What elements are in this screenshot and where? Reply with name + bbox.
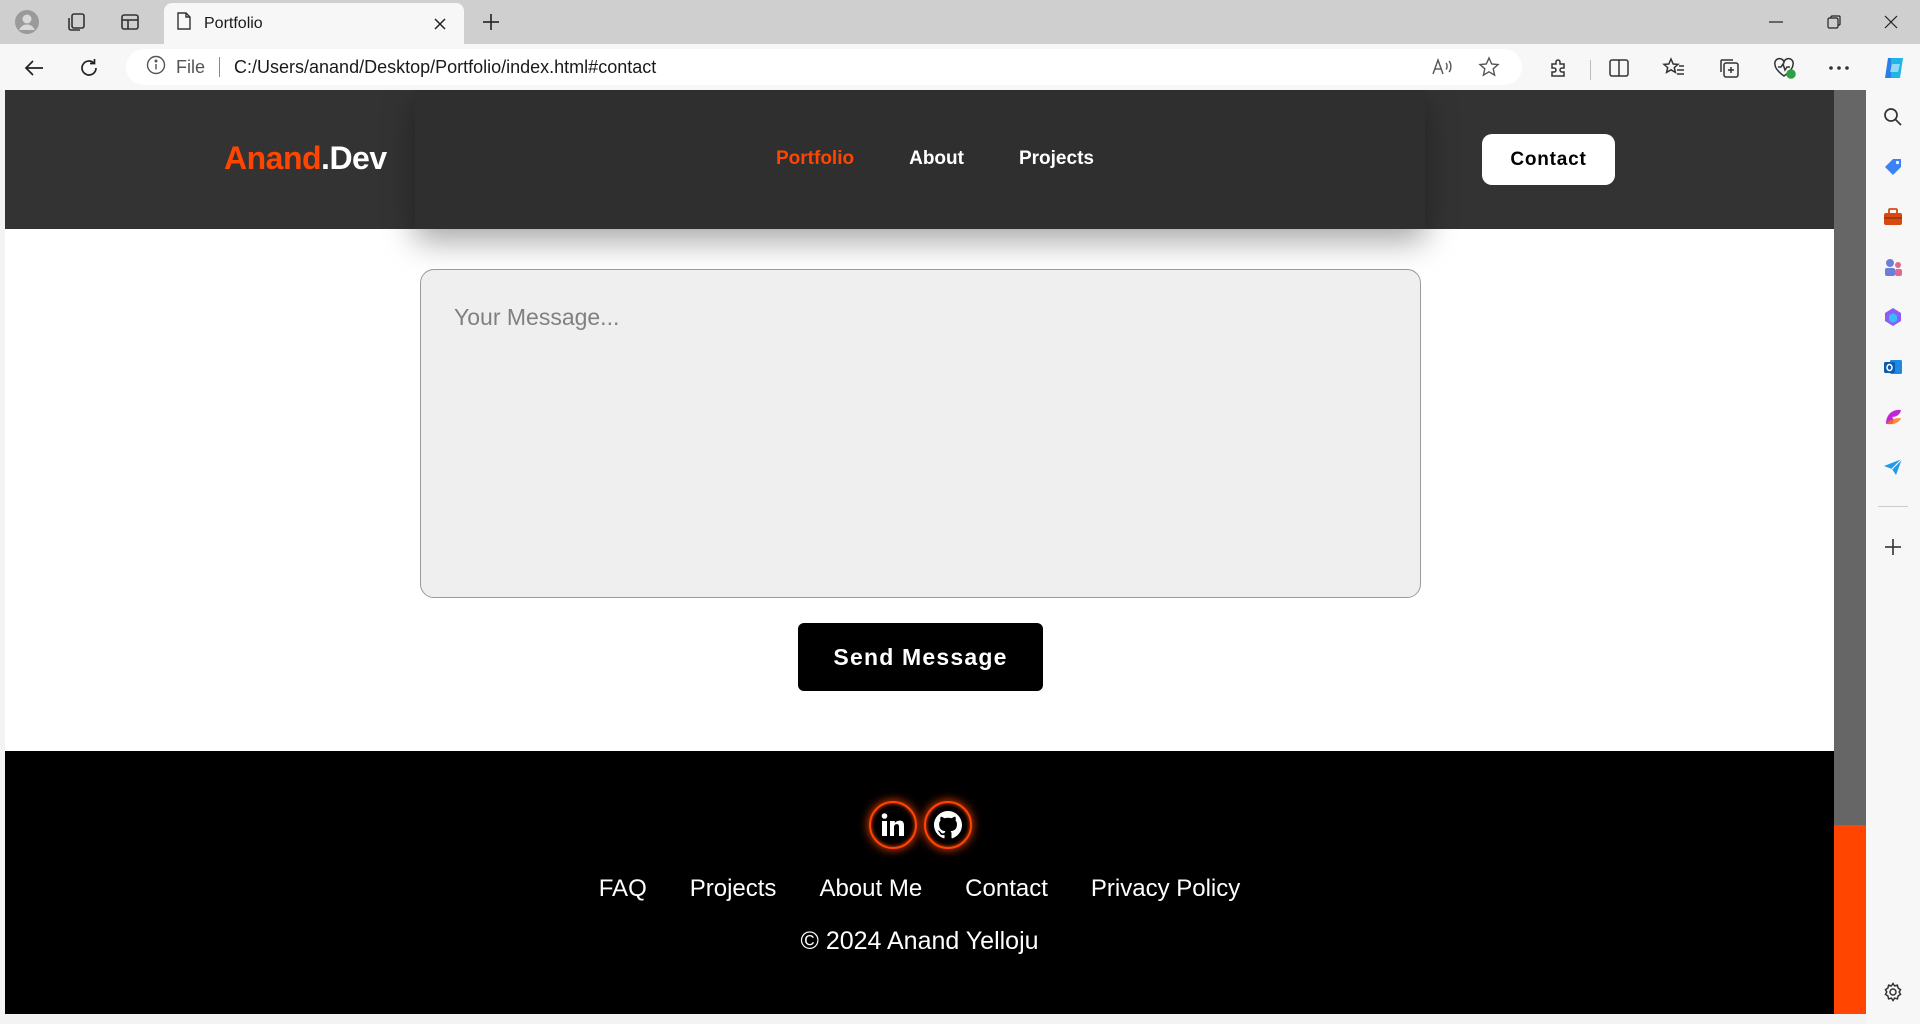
browser-essentials-icon[interactable] [1768, 52, 1800, 84]
copyright-text: © 2024 Anand Yelloju [800, 927, 1039, 955]
message-textarea[interactable] [420, 269, 1421, 598]
games-icon[interactable] [1877, 251, 1909, 283]
site-logo[interactable]: Anand.Dev [224, 140, 387, 177]
page-scrollbar[interactable] [1834, 90, 1866, 1014]
linkedin-icon[interactable] [869, 801, 917, 849]
send-icon[interactable] [1877, 451, 1909, 483]
footer-links: FAQ Projects About Me Contact Privacy Po… [5, 875, 1834, 903]
microsoft365-icon[interactable] [1877, 301, 1909, 333]
minimize-icon[interactable] [1747, 0, 1805, 44]
search-icon[interactable] [1877, 101, 1909, 133]
send-message-button[interactable]: Send Message [798, 623, 1043, 691]
vertical-tabs-icon[interactable] [115, 7, 145, 37]
site-header: Anand.Dev Portfolio About Projects Conta… [5, 90, 1834, 229]
address-scheme: File [176, 56, 206, 77]
logo-rest: .Dev [321, 140, 387, 176]
workspaces-icon[interactable] [62, 7, 92, 37]
restore-icon[interactable] [1805, 0, 1863, 44]
site-nav: Portfolio About Projects [776, 148, 1094, 170]
contact-button[interactable]: Contact [1482, 134, 1615, 185]
page-viewport: Anand.Dev Portfolio About Projects Conta… [5, 90, 1834, 1014]
tab-title: Portfolio [204, 14, 263, 32]
close-tab-icon[interactable] [428, 12, 452, 36]
favorites-icon[interactable] [1658, 52, 1690, 84]
extensions-icon[interactable] [1543, 52, 1575, 84]
split-screen-icon[interactable] [1603, 52, 1635, 84]
nav-portfolio[interactable]: Portfolio [776, 148, 854, 170]
sidebar-divider [1878, 506, 1908, 507]
settings-gear-icon[interactable] [1877, 976, 1909, 1008]
address-url[interactable]: C:/Users/anand/Desktop/Portfolio/index.h… [234, 57, 656, 78]
browser-tab-bar: Portfolio [0, 0, 1920, 44]
scrollbar-thumb[interactable] [1834, 825, 1866, 1014]
footer-link-privacy-policy[interactable]: Privacy Policy [1091, 875, 1240, 903]
favorite-star-icon[interactable] [1473, 51, 1505, 83]
more-options-icon[interactable] [1823, 52, 1855, 84]
address-bar[interactable]: File C:/Users/anand/Desktop/Portfolio/in… [126, 49, 1522, 85]
read-aloud-icon[interactable] [1426, 51, 1458, 83]
profile-avatar-icon[interactable] [12, 7, 42, 37]
close-window-icon[interactable] [1862, 0, 1920, 44]
back-arrow-icon[interactable] [18, 52, 50, 84]
shopping-tag-icon[interactable] [1877, 151, 1909, 183]
tools-icon[interactable] [1877, 201, 1909, 233]
add-icon[interactable] [1877, 531, 1909, 563]
footer-link-contact[interactable]: Contact [965, 875, 1048, 903]
github-icon[interactable] [924, 801, 972, 849]
address-divider [219, 57, 221, 77]
info-icon[interactable] [146, 55, 166, 80]
nav-about[interactable]: About [909, 148, 964, 170]
new-tab-icon[interactable] [476, 7, 506, 37]
page-icon [176, 12, 192, 35]
logo-accent: Anand [224, 140, 322, 176]
designer-icon[interactable] [1877, 401, 1909, 433]
collections-icon[interactable] [1713, 52, 1745, 84]
footer-link-faq[interactable]: FAQ [599, 875, 647, 903]
footer-link-projects[interactable]: Projects [690, 875, 777, 903]
copilot-icon[interactable] [1878, 52, 1910, 84]
toolbar-divider [1590, 60, 1591, 80]
tab-portfolio[interactable]: Portfolio [164, 3, 464, 44]
footer-link-about-me[interactable]: About Me [819, 875, 922, 903]
browser-toolbar: File C:/Users/anand/Desktop/Portfolio/in… [0, 44, 1920, 90]
site-footer: FAQ Projects About Me Contact Privacy Po… [5, 751, 1834, 1014]
refresh-icon[interactable] [73, 52, 105, 84]
edge-sidebar [1866, 90, 1920, 1024]
nav-projects[interactable]: Projects [1019, 148, 1094, 170]
outlook-icon[interactable] [1877, 351, 1909, 383]
